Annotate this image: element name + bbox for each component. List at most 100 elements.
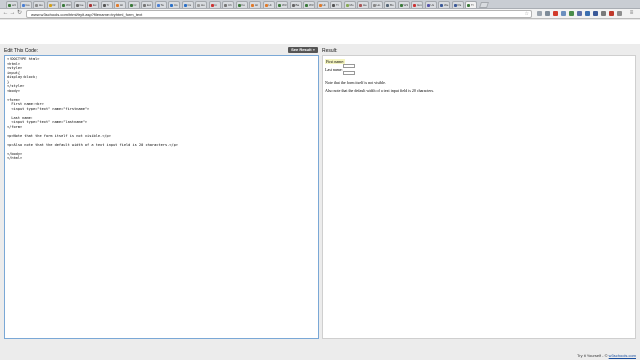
reload-icon[interactable]: ↻: [16, 10, 23, 17]
footer-text: Try it Yourself - ©: [576, 353, 609, 358]
extension-icon[interactable]: [585, 11, 590, 16]
see-result-button[interactable]: See Result »: [288, 47, 318, 53]
browser-tab[interactable]: Gm: [411, 1, 423, 8]
browser-tab[interactable]: Cs: [168, 1, 180, 8]
tab-favicon-icon: [143, 4, 146, 7]
bookmark-star-icon[interactable]: ☆: [525, 11, 529, 18]
tab-favicon-icon: [102, 4, 106, 7]
extension-icon[interactable]: [577, 11, 582, 16]
extension-icon[interactable]: [601, 11, 606, 16]
extension-icon[interactable]: [561, 11, 566, 16]
back-icon[interactable]: ←: [2, 10, 9, 17]
browser-tab[interactable]: W3: [276, 1, 288, 8]
tryit-page: Edit This Code: See Result » Result: <!D…: [0, 20, 640, 360]
last-name-row: Last name:: [325, 67, 343, 72]
tab-favicon-icon: [251, 4, 254, 7]
last-name-input[interactable]: [343, 71, 355, 75]
extension-icon[interactable]: [609, 11, 614, 16]
browser-tab[interactable]: Tr: [465, 1, 477, 8]
extension-icon[interactable]: [617, 11, 622, 16]
browser-tab-strip: w3 Go Ho Dr W3 Ge Ex Tr Ht Cr Ed Ta Cs Cs Ho In Ch Fo Ht Ht…: [0, 0, 640, 9]
browser-tab[interactable]: Cs: [181, 1, 194, 8]
browser-tab[interactable]: Ta: [154, 1, 167, 8]
tab-title: Tr: [106, 3, 110, 7]
extension-icon[interactable]: [553, 11, 558, 16]
tab-title: W3: [66, 3, 71, 7]
tab-title: Ht: [120, 3, 123, 7]
tab-title: Ex: [93, 3, 97, 7]
tab-favicon-icon: [237, 4, 241, 7]
browser-toolbar: ← → ↻ www.w3schools.com/html/tryit.asp?f…: [0, 9, 640, 19]
browser-tab[interactable]: W3: [397, 1, 410, 8]
footer-link[interactable]: w3schools.com: [609, 353, 636, 358]
browser-tab[interactable]: Ht: [114, 1, 126, 8]
new-tab-button[interactable]: [478, 2, 489, 8]
tab-title: Ht: [268, 3, 272, 7]
note-form-invisible: Note that the form itself is not visible…: [325, 80, 386, 85]
tab-favicon-icon: [345, 4, 349, 7]
browser-tab[interactable]: Fo: [235, 1, 248, 8]
browser-tab[interactable]: Cr: [127, 1, 140, 8]
extension-icon[interactable]: [569, 11, 574, 16]
browser-tab[interactable]: Ex: [87, 1, 99, 8]
tab-favicon-icon: [332, 4, 335, 7]
extension-icon[interactable]: [593, 11, 598, 16]
browser-tab[interactable]: Dr: [46, 1, 59, 8]
address-bar[interactable]: www.w3schools.com/html/tryit.asp?filenam…: [26, 10, 532, 18]
tab-favicon-icon: [359, 4, 362, 7]
code-line: </html>: [7, 156, 23, 160]
tab-favicon-icon: [305, 4, 308, 7]
browser-tab[interactable]: w3: [6, 1, 18, 8]
browser-tab[interactable]: Ht: [316, 1, 329, 8]
tab-favicon-icon: [156, 4, 160, 7]
first-name-input[interactable]: [343, 64, 355, 68]
tab-title: Ho: [39, 3, 43, 7]
tab-favicon-icon: [467, 4, 470, 7]
browser-tab[interactable]: Ho: [33, 1, 45, 8]
tab-title: Tr: [336, 3, 339, 7]
tab-favicon-icon: [386, 4, 389, 7]
browser-tab[interactable]: Tr: [330, 1, 342, 8]
browser-tab[interactable]: Go: [19, 1, 32, 8]
extension-icon[interactable]: [545, 11, 550, 16]
browser-tab[interactable]: In: [208, 1, 221, 8]
tab-favicon-icon: [224, 4, 227, 7]
extension-icon[interactable]: [537, 11, 542, 16]
browser-tab[interactable]: Ht: [262, 1, 275, 8]
tab-title: He: [363, 3, 367, 7]
tab-title: In: [214, 3, 218, 7]
forward-icon[interactable]: →: [9, 10, 16, 17]
tab-title: Gm: [417, 3, 422, 7]
browser-tab[interactable]: Ed: [141, 1, 153, 8]
tab-title: W3: [282, 3, 287, 7]
tab-favicon-icon: [75, 4, 79, 7]
browser-tab[interactable]: Mo: [343, 1, 356, 8]
tab-title: Cs: [187, 3, 192, 7]
browser-tab[interactable]: Pa: [451, 1, 464, 8]
browser-tab[interactable]: Tr: [100, 1, 113, 8]
code-editor[interactable]: <!DOCTYPE html> <html> <style> input{displa…: [4, 55, 319, 339]
tab-favicon-icon: [62, 4, 65, 7]
tab-title: Ta: [160, 3, 164, 7]
tab-title: w3: [12, 3, 16, 7]
browser-tab[interactable]: W3: [303, 1, 315, 8]
browser-tab[interactable]: Ba: [289, 1, 302, 8]
tab-favicon-icon: [426, 4, 430, 7]
browser-tab[interactable]: We: [438, 1, 450, 8]
browser-tab[interactable]: Ht: [249, 1, 261, 8]
tab-title: Ba: [295, 3, 300, 7]
tab-title: Us: [430, 3, 435, 7]
browser-tab[interactable]: He: [357, 1, 369, 8]
tab-favicon-icon: [291, 4, 295, 7]
tab-favicon-icon: [35, 4, 38, 7]
browser-tab[interactable]: Ge: [73, 1, 86, 8]
browser-tab[interactable]: Ho: [370, 1, 383, 8]
tab-title: W3: [403, 3, 409, 7]
tab-title: Ed: [147, 3, 151, 7]
browser-tab[interactable]: Ho: [195, 1, 207, 8]
browser-tab[interactable]: Bo: [384, 1, 396, 8]
browser-tab[interactable]: Ch: [222, 1, 234, 8]
browser-tab[interactable]: Us: [424, 1, 437, 8]
browser-tab[interactable]: W3: [60, 1, 72, 8]
menu-icon[interactable]: ≡: [628, 10, 635, 17]
